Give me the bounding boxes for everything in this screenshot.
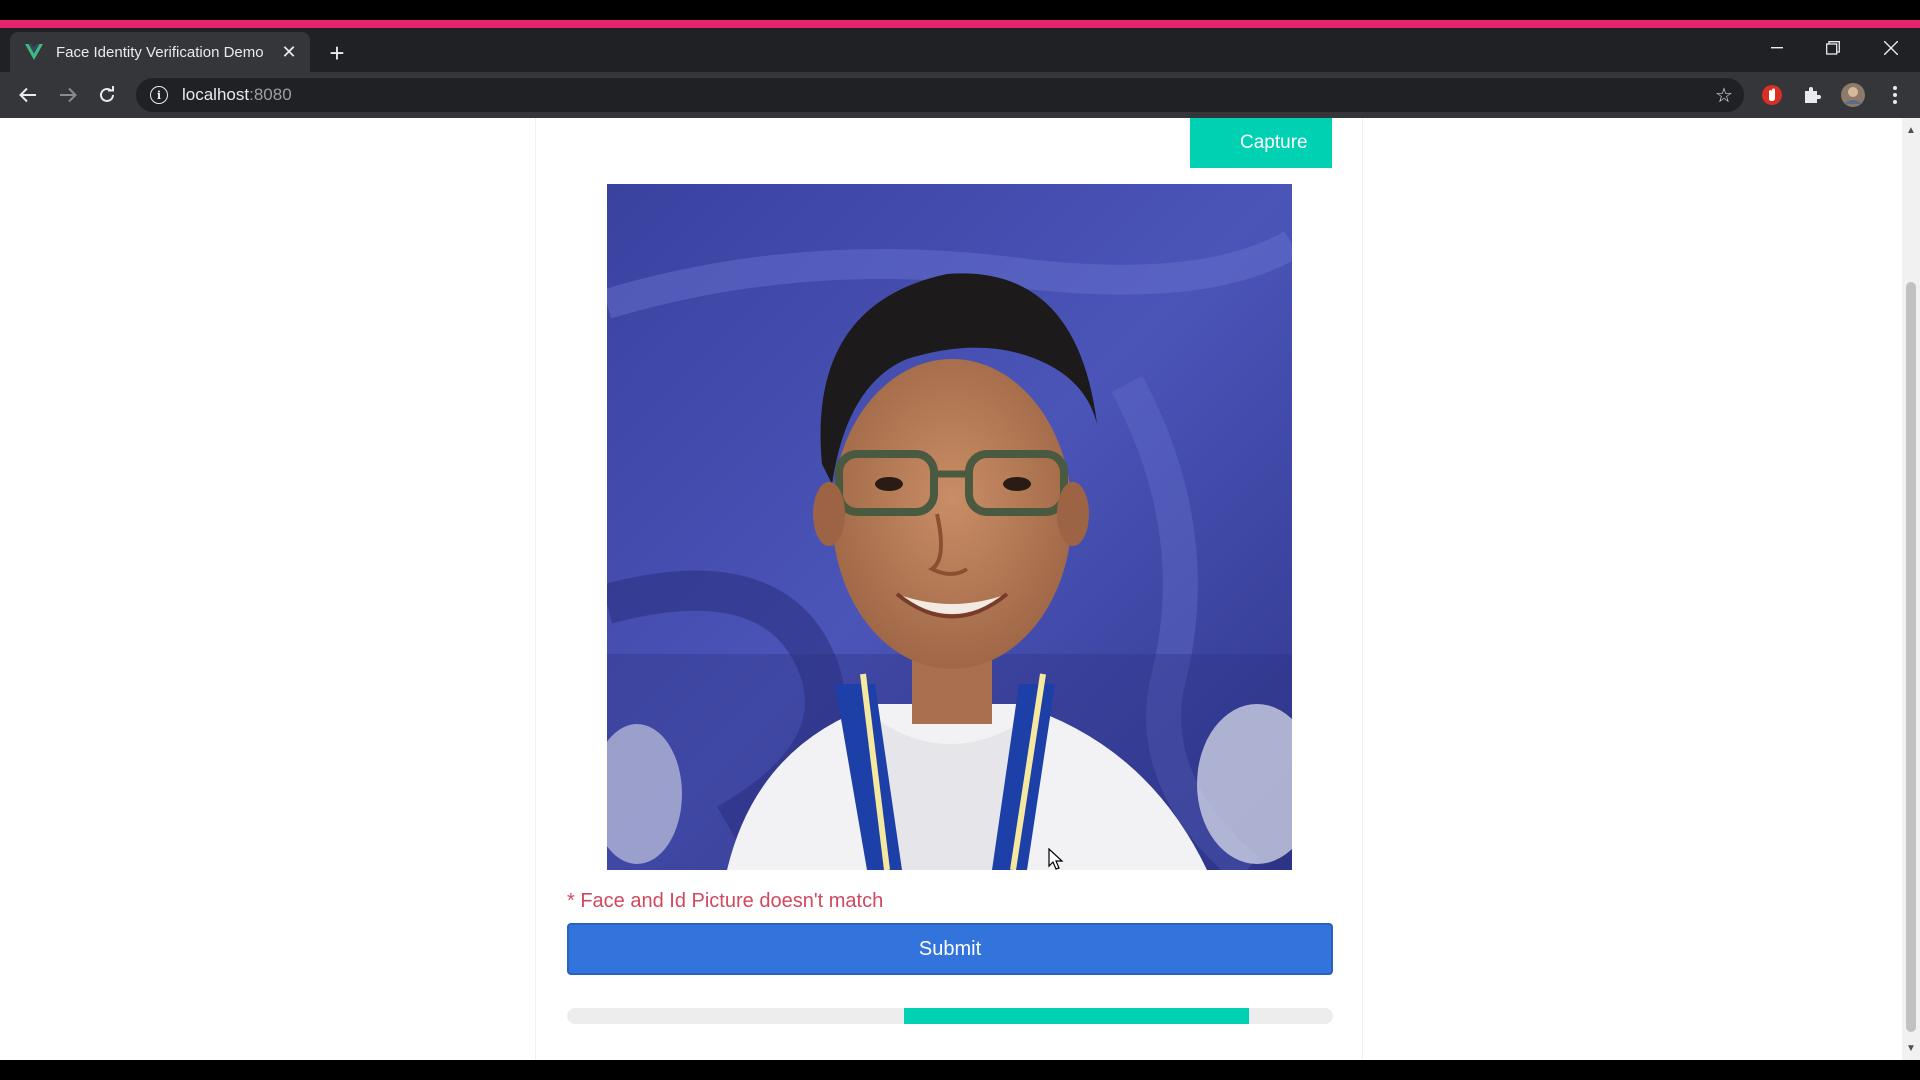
address-bar[interactable]: i localhost:8080 ☆ — [136, 78, 1744, 112]
close-tab-icon[interactable]: ✕ — [278, 41, 300, 63]
screen: Face Identity Verification Demo ✕ + i lo… — [0, 0, 1920, 1080]
forward-arrow-icon[interactable] — [52, 79, 84, 111]
minimize-icon[interactable] — [1754, 28, 1800, 68]
url-host: localhost — [182, 85, 250, 104]
vertical-scrollbar[interactable]: ▲ ▼ — [1902, 118, 1920, 1060]
browser-tab[interactable]: Face Identity Verification Demo ✕ — [10, 32, 310, 72]
tab-title: Face Identity Verification Demo — [56, 43, 264, 61]
submit-button[interactable]: Submit — [567, 923, 1333, 975]
extension-icon[interactable] — [1757, 80, 1787, 110]
verification-card: Capture * Face and Id Picture doesn't ma… — [535, 118, 1363, 1060]
captured-photo — [607, 184, 1292, 870]
close-window-icon[interactable] — [1868, 28, 1914, 68]
capture-button[interactable]: Capture — [1190, 118, 1332, 168]
progress-bar-fill — [904, 1008, 1249, 1024]
browser-menu-icon[interactable] — [1879, 79, 1911, 111]
url-port: :8080 — [249, 85, 292, 104]
vue-logo-icon — [24, 42, 44, 62]
window-accent-bar — [0, 20, 1920, 28]
puzzle-extensions-icon[interactable] — [1797, 80, 1827, 110]
progress-bar — [567, 1008, 1333, 1024]
site-info-icon[interactable]: i — [150, 86, 168, 104]
profile-avatar[interactable] — [1838, 80, 1868, 110]
back-arrow-icon[interactable] — [12, 79, 44, 111]
bookmark-star-icon[interactable]: ☆ — [1704, 78, 1744, 112]
browser-toolbar: i localhost:8080 ☆ — [0, 72, 1920, 118]
scrollbar-thumb[interactable] — [1906, 282, 1916, 1032]
scroll-up-arrow-icon[interactable]: ▲ — [1902, 122, 1920, 138]
new-tab-icon[interactable]: + — [322, 38, 352, 68]
mouse-cursor-icon — [1048, 848, 1064, 870]
scroll-down-arrow-icon[interactable]: ▼ — [1902, 1040, 1920, 1056]
page-viewport: Capture * Face and Id Picture doesn't ma… — [0, 118, 1902, 1060]
reload-icon[interactable] — [91, 79, 123, 111]
browser-titlebar: Face Identity Verification Demo ✕ + — [0, 28, 1920, 72]
match-error-message: * Face and Id Picture doesn't match — [567, 890, 884, 912]
restore-icon[interactable] — [1810, 28, 1856, 68]
